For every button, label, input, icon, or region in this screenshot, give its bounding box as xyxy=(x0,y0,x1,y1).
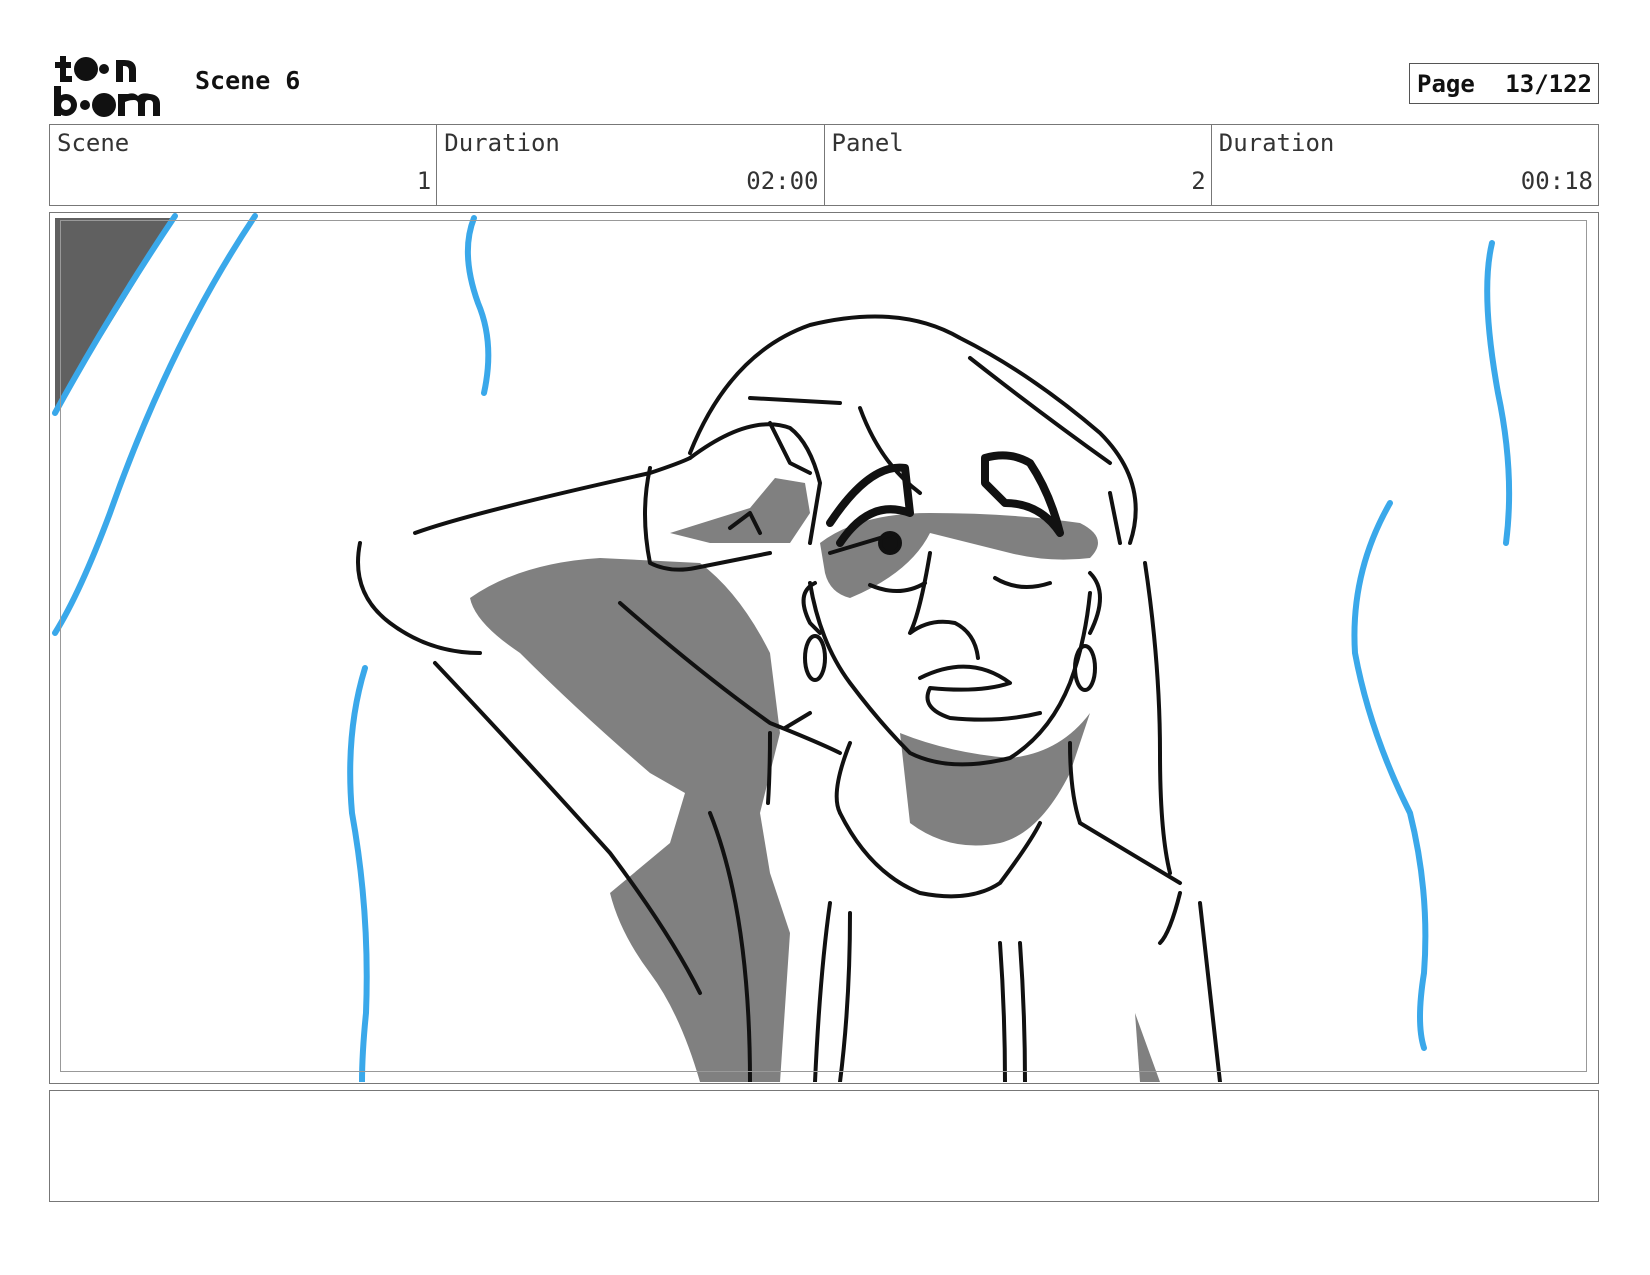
panel-duration-label: Duration xyxy=(1218,129,1335,157)
scene-number: 1 xyxy=(416,167,432,195)
page-number: 13/122 xyxy=(1505,69,1592,98)
toon-boom-logo xyxy=(54,56,160,117)
scene-info-table: Scene 1 Duration 02:00 Panel 2 Duration … xyxy=(49,124,1599,206)
panel-cell: Panel 2 xyxy=(825,125,1212,205)
panel-duration-value: 00:18 xyxy=(1520,167,1593,195)
panel-number: 2 xyxy=(1191,167,1206,195)
scene-duration-label: Duration xyxy=(444,129,560,157)
panel-safe-frame xyxy=(60,220,1587,1072)
panel-label: Panel xyxy=(831,129,904,157)
scene-duration-cell: Duration 02:00 xyxy=(437,125,825,205)
panel-duration-cell: Duration 00:18 xyxy=(1212,125,1598,205)
page-label: Page xyxy=(1417,69,1475,98)
scene-label: Scene xyxy=(57,129,130,157)
scene-cell: Scene 1 xyxy=(50,125,438,205)
storyboard-panel xyxy=(49,212,1599,1084)
scene-title: Scene 6 xyxy=(195,66,301,95)
page-indicator: Page 13/122 xyxy=(1409,63,1599,104)
panel-notes-box xyxy=(49,1090,1599,1202)
scene-duration-value: 02:00 xyxy=(746,167,819,195)
